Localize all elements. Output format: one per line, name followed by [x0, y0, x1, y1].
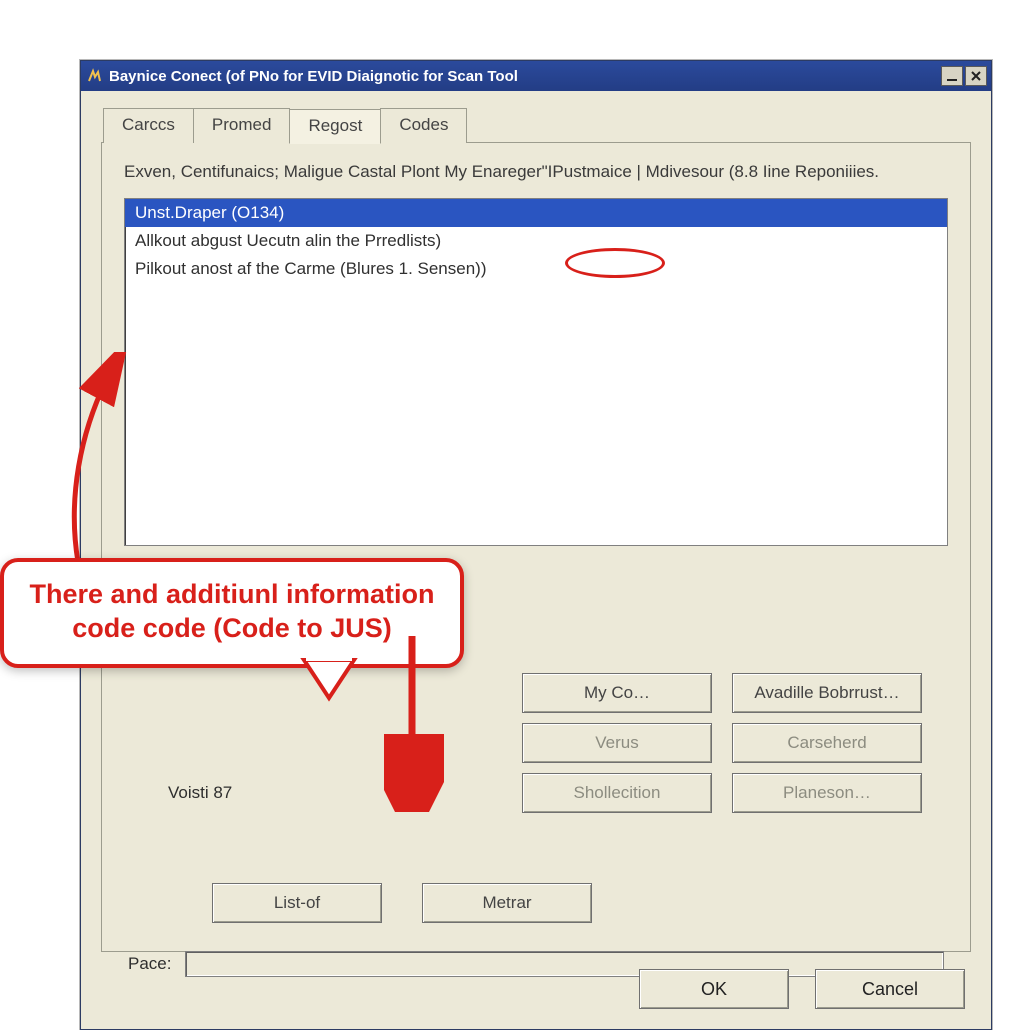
myco-button[interactable]: My Co… [522, 673, 712, 713]
list-item-text: Pilkout anost af the Carme (Blures 1. Se… [135, 259, 487, 279]
close-icon [970, 70, 982, 82]
callout-line2: code code (Code to JUS) [72, 613, 392, 643]
tab-codes[interactable]: Codes [380, 108, 467, 143]
tab-label: Codes [399, 115, 448, 134]
titlebar: Baynice Conect (of PNo for EVID Diaignot… [81, 61, 991, 91]
tab-label: Carccs [122, 115, 175, 134]
action-button-grid: My Co… Avadille Bobrrust… Verus Carseher… [522, 673, 922, 813]
button-label: OK [701, 979, 727, 1000]
button-label: Metrar [482, 893, 531, 913]
window-title: Baynice Conect (of PNo for EVID Diaignot… [109, 68, 518, 85]
minimize-icon [946, 70, 958, 82]
tab-label: Regost [308, 116, 362, 135]
results-listbox[interactable]: Unst.Draper (O134) Allkout abgust Uecutn… [124, 198, 948, 546]
close-button[interactable] [965, 66, 987, 86]
minimize-button[interactable] [941, 66, 963, 86]
button-label: Carseherd [787, 733, 866, 753]
voisti-label: Voisti 87 [168, 783, 232, 803]
tabstrip: Carccs Promed Regost Codes [103, 107, 971, 142]
tab-carccs[interactable]: Carccs [103, 108, 194, 143]
tab-regost[interactable]: Regost [289, 109, 381, 144]
callout-tail-icon [304, 660, 364, 700]
list-item[interactable]: Allkout abgust Uecutn alin the Prredlist… [125, 227, 947, 255]
metrar-button[interactable]: Metrar [422, 883, 592, 923]
pace-label: Pace: [128, 954, 171, 974]
listof-button[interactable]: List-of [212, 883, 382, 923]
button-label: Avadille Bobrrust… [754, 683, 899, 703]
list-item[interactable]: Pilkout anost af the Carme (Blures 1. Se… [125, 255, 947, 283]
cancel-button[interactable]: Cancel [815, 969, 965, 1009]
button-label: Verus [595, 733, 638, 753]
button-label: List-of [274, 893, 320, 913]
ok-button[interactable]: OK [639, 969, 789, 1009]
button-label: Cancel [862, 979, 918, 1000]
callout-line1: There and additiunl information [30, 579, 435, 609]
button-label: Shollecition [574, 783, 661, 803]
annotation-arrow-down [384, 632, 444, 817]
tab-promed[interactable]: Promed [193, 108, 291, 143]
page-description: Exven, Centifunaics; Maligue Castal Plon… [124, 161, 948, 184]
carseherd-button[interactable]: Carseherd [732, 723, 922, 763]
shollecition-button[interactable]: Shollecition [522, 773, 712, 813]
bottom-button-row: List-of Metrar [212, 883, 592, 923]
tab-label: Promed [212, 115, 272, 134]
avadille-button[interactable]: Avadille Bobrrust… [732, 673, 922, 713]
list-item-text: Unst.Draper (O134) [135, 203, 284, 223]
button-label: My Co… [584, 683, 650, 703]
list-item-text: Allkout abgust Uecutn alin the Prredlist… [135, 231, 441, 251]
annotation-ellipse [565, 248, 665, 278]
planeson-button[interactable]: Planeson… [732, 773, 922, 813]
button-label: Planeson… [783, 783, 871, 803]
list-item[interactable]: Unst.Draper (O134) [125, 199, 947, 227]
verus-button[interactable]: Verus [522, 723, 712, 763]
dialog-footer: OK Cancel [639, 969, 965, 1009]
annotation-arrow-up [58, 352, 138, 577]
app-icon [85, 67, 103, 85]
dialog-window: Baynice Conect (of PNo for EVID Diaignot… [80, 60, 992, 1030]
tabpage-regost: Exven, Centifunaics; Maligue Castal Plon… [101, 142, 971, 952]
